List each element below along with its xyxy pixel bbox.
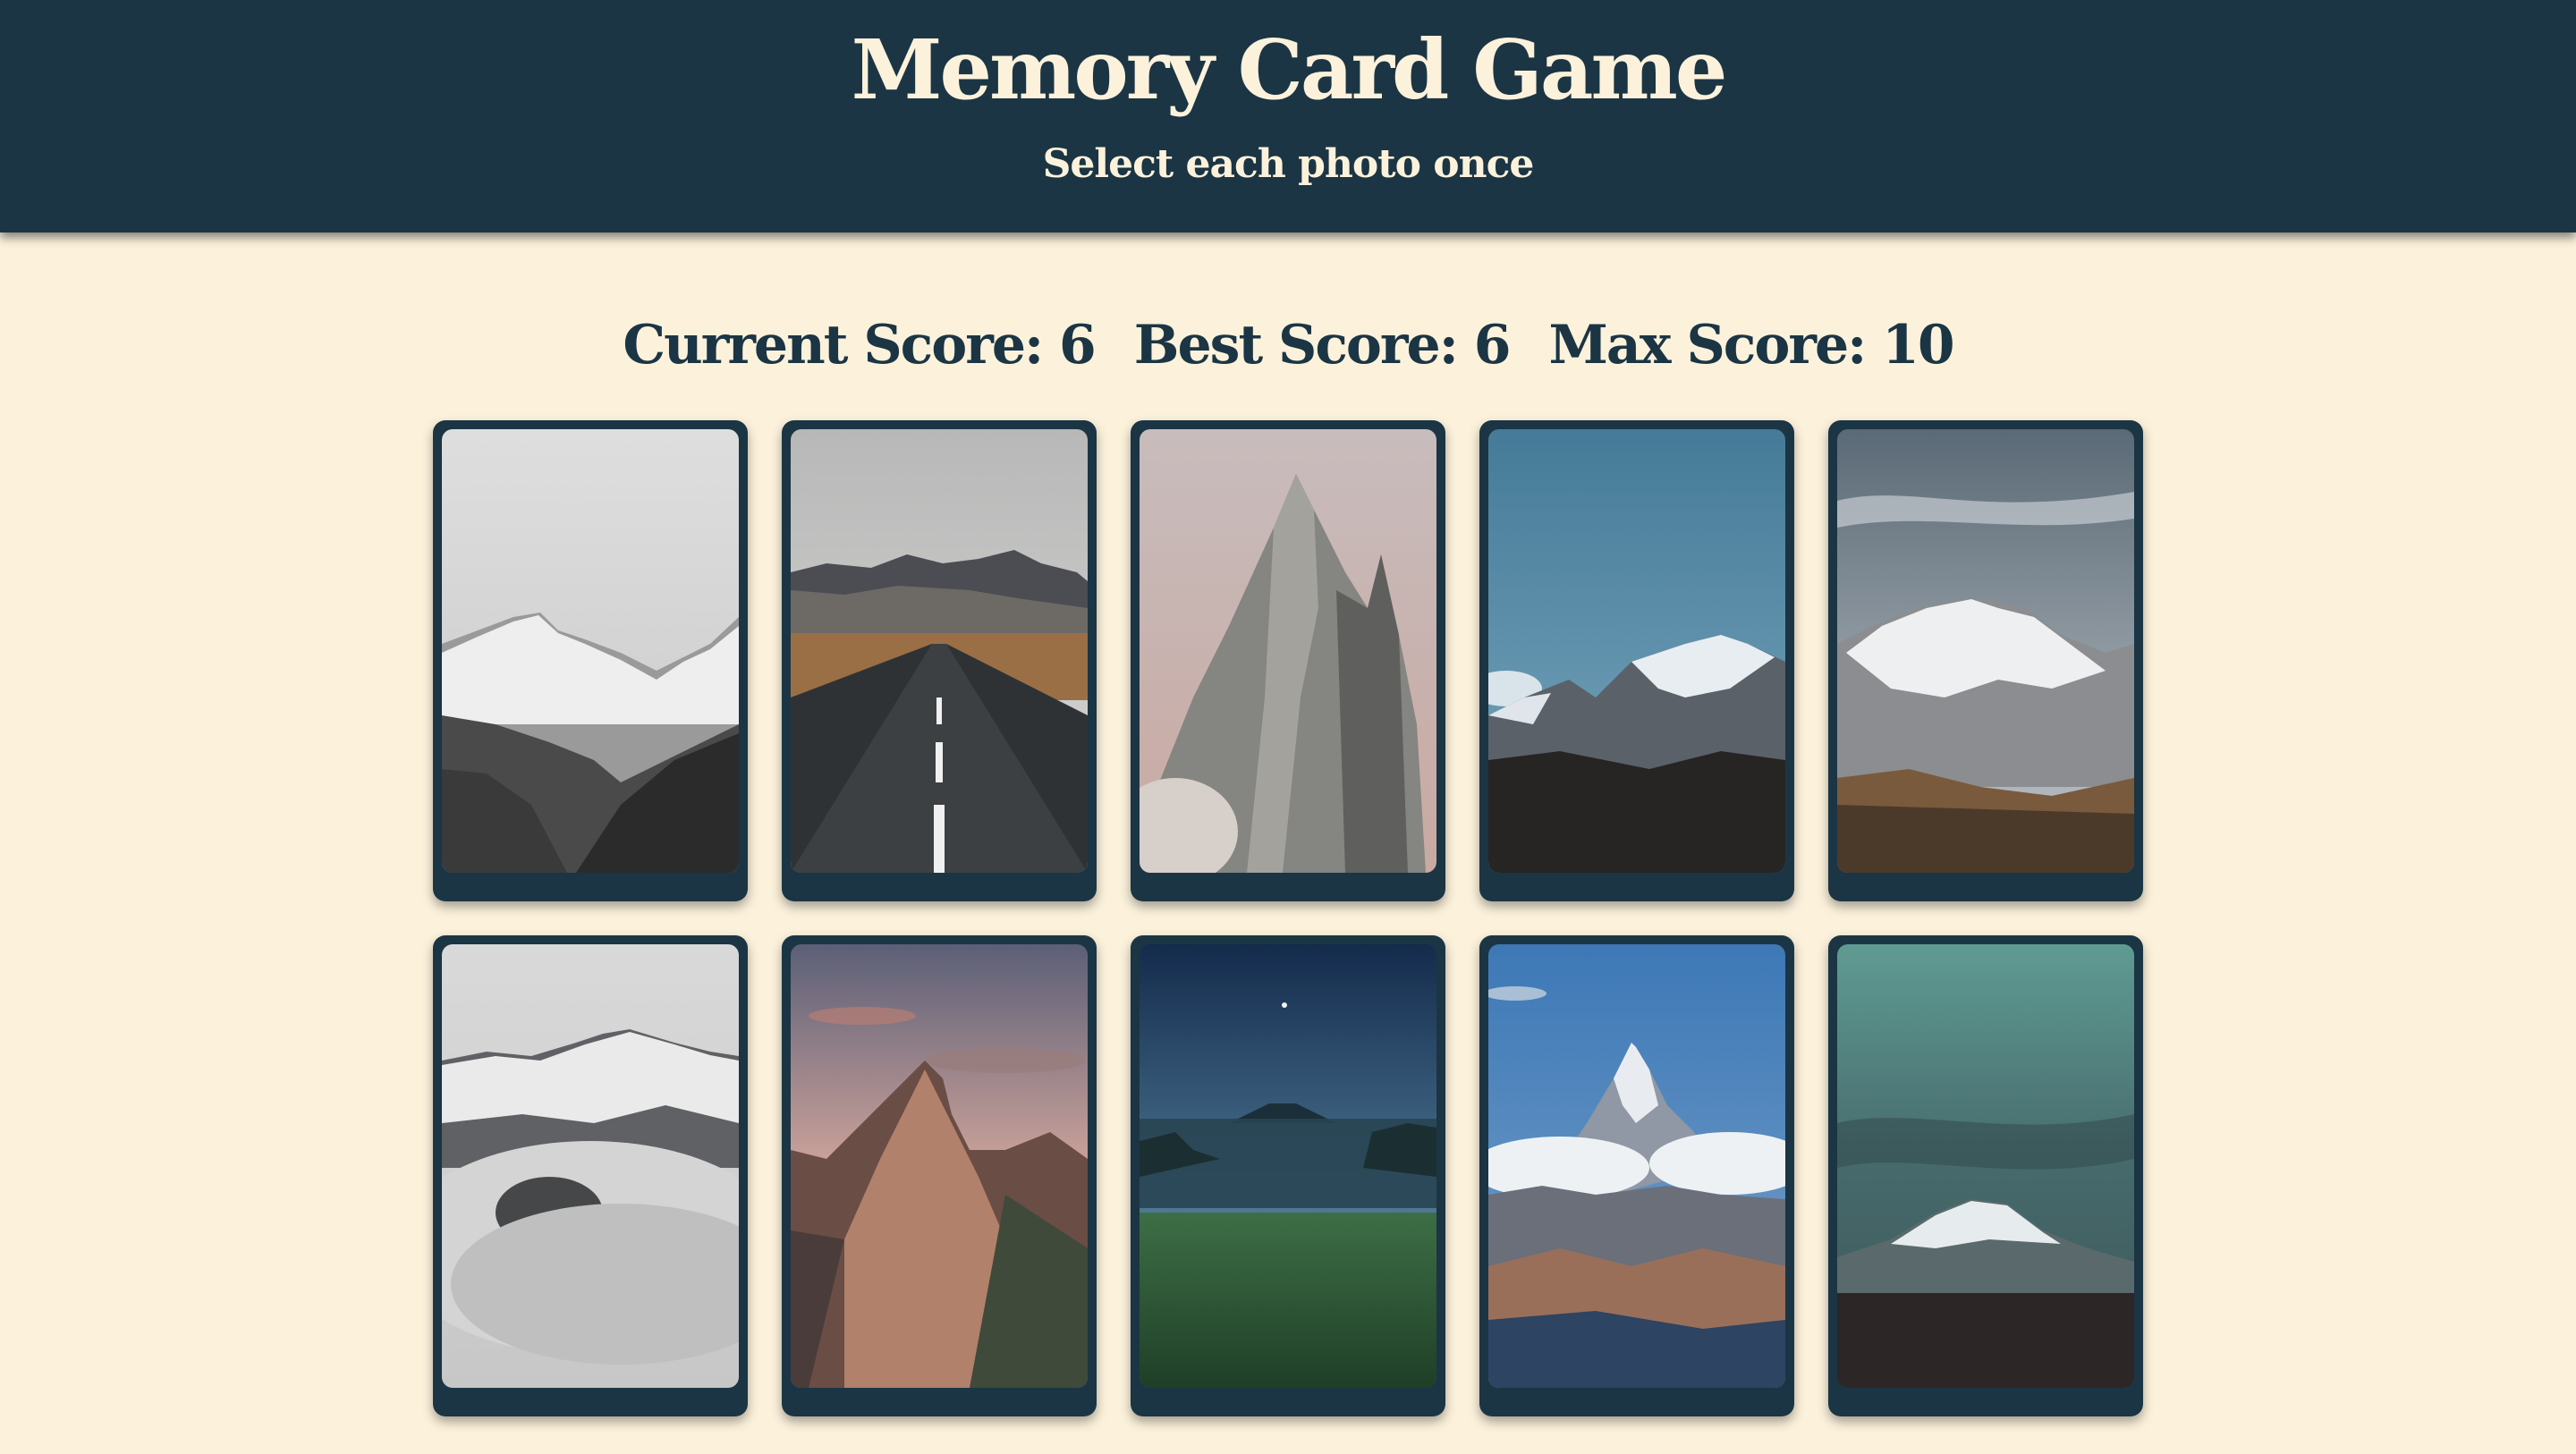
memory-card-3[interactable] (1131, 420, 1445, 901)
memory-card-1[interactable] (433, 420, 748, 901)
page-title: Memory Card Game (851, 21, 1728, 118)
current-score: Current Score: 6 (623, 314, 1096, 376)
memory-card-6[interactable] (433, 935, 748, 1416)
memory-card-9[interactable] (1479, 935, 1794, 1416)
straight-road-to-mountains-photo (791, 429, 1088, 873)
memory-card-10[interactable] (1828, 935, 2143, 1416)
snowcap-teal-sky-photo (1837, 944, 2134, 1388)
app-header: Memory Card Game Select each photo once (0, 0, 2576, 232)
snowy-massif-cloudy-sky-photo (1837, 429, 2134, 873)
mountains-above-clouds-photo (442, 944, 739, 1388)
memory-card-5[interactable] (1828, 420, 2143, 901)
memory-card-4[interactable] (1479, 420, 1794, 901)
memory-card-2[interactable] (782, 420, 1097, 901)
page-subtitle: Select each photo once (1042, 141, 1535, 187)
memory-card-7[interactable] (782, 935, 1097, 1416)
max-score: Max Score: 10 (1548, 314, 1955, 376)
memory-card-8[interactable] (1131, 935, 1445, 1416)
volcano-night-meadow-photo (1140, 944, 1436, 1388)
jagged-rock-peak-pink-sky-photo (1140, 429, 1436, 873)
snow-peak-blue-sky-photo (1488, 429, 1785, 873)
scoreboard: Current Score: 6 Best Score: 6 Max Score… (0, 309, 2576, 381)
rocky-ridge-sunset-photo (791, 944, 1088, 1388)
card-grid (433, 420, 2145, 1416)
best-score: Best Score: 6 (1133, 314, 1512, 376)
pointed-peak-above-clouds-photo (1488, 944, 1785, 1388)
black-and-white-snowy-mountains-photo (442, 429, 739, 873)
